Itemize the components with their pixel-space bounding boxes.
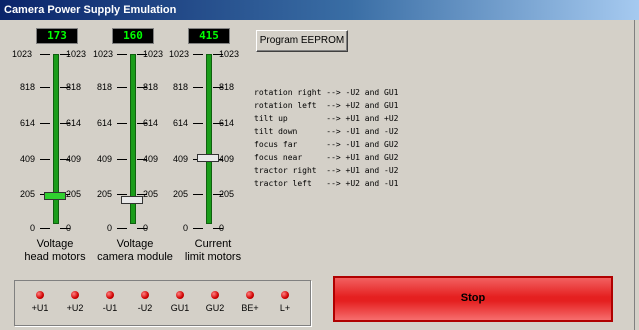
tick [40,228,50,229]
led-indicator-icon [176,291,184,299]
scale-label: 205 [97,189,113,199]
tick [137,54,147,55]
scale-label: 0 [107,223,113,233]
scale-label: 409 [20,154,36,164]
led-label: GU1 [170,303,190,313]
led-indicator-icon [106,291,114,299]
tick [117,228,127,229]
title-bar: Camera Power Supply Emulation [0,0,639,20]
tick [117,123,127,124]
tick [40,87,50,88]
tick [60,123,70,124]
led-indicator-icon [141,291,149,299]
scale-label: 409 [97,154,113,164]
tick [60,228,70,229]
led-indicator-icon [36,291,44,299]
tick [117,159,127,160]
scale-label: 0 [30,223,36,233]
tick [193,54,203,55]
slider-thumb[interactable] [197,154,219,162]
description-line: focus near --> +U1 and GU2 [254,153,399,162]
tick [193,123,203,124]
led-label: L+ [279,303,291,313]
scale-label: 0 [183,223,189,233]
voltage-camera-module-caption: Voltage camera module [97,238,173,263]
led-indicator-icon [281,291,289,299]
tick [213,123,223,124]
tick [213,228,223,229]
tick [137,87,147,88]
description-line: rotation left --> +U2 and GU1 [254,101,399,110]
voltage-camera-module-display: 160 [112,28,154,44]
description-line: rotation right --> -U2 and GU1 [254,88,399,97]
tick [213,194,223,195]
scale-label: 1023 [169,49,190,59]
description-line: tilt up --> +U1 and +U2 [254,114,399,123]
tick [40,54,50,55]
scale-label: 409 [173,154,189,164]
scale-label: 614 [173,118,189,128]
led-label: -U2 [137,303,153,313]
current-limit-motors-slider[interactable]: 1023 1023 818 818 614 614 409 409 205 20… [155,46,265,236]
voltage-head-motors-display: 173 [36,28,78,44]
tick [213,54,223,55]
scale-label: 818 [173,82,189,92]
tick [137,228,147,229]
tick [137,194,147,195]
led-label: +U2 [66,303,84,313]
led-label: BE+ [241,303,259,313]
description-line: tractor left --> +U2 and -U1 [254,179,399,188]
tick [40,123,50,124]
current-limit-motors-caption: Current limit motors [184,238,242,263]
window-title: Camera Power Supply Emulation [4,4,177,16]
voltage-head-motors-caption: Voltage head motors [24,238,86,263]
scale-label: 818 [20,82,36,92]
led-panel: +U1 +U2 -U1 -U2 GU1 GU2 BE+ L+ [14,280,311,326]
tick [137,123,147,124]
led-indicator-icon [246,291,254,299]
current-limit-motors-display: 415 [188,28,230,44]
tick [117,87,127,88]
tick [60,159,70,160]
scale-label: 205 [20,189,36,199]
tick [193,87,203,88]
led-label: -U1 [102,303,118,313]
scale-label: 614 [20,118,36,128]
tick [137,159,147,160]
description-line: focus far --> -U1 and GU2 [254,140,399,149]
tick [60,54,70,55]
led-label: GU2 [205,303,225,313]
client-area: 173 1023 1023 818 818 614 614 409 409 20… [0,20,639,330]
window-edge [634,20,639,330]
tick [60,87,70,88]
scale-label: 1023 [12,49,33,59]
led-label: +U1 [31,303,49,313]
tick [193,194,203,195]
slider-thumb[interactable] [121,196,143,204]
scale-label: 205 [173,189,189,199]
slider-track [206,54,212,224]
program-eeprom-button[interactable]: Program EEPROM [256,30,348,52]
scale-label: 818 [97,82,113,92]
tick [117,194,127,195]
tick [117,54,127,55]
stop-button[interactable]: Stop [333,276,613,322]
led-indicator-icon [71,291,79,299]
tick [193,228,203,229]
description-line: tilt down --> -U1 and -U2 [254,127,399,136]
scale-label: 614 [97,118,113,128]
command-description: rotation right --> -U2 and GU1 rotation l… [254,86,399,190]
tick [40,159,50,160]
scale-label: 1023 [93,49,114,59]
led-indicator-icon [211,291,219,299]
tick [213,87,223,88]
description-line: tractor right --> +U1 and -U2 [254,166,399,175]
slider-thumb[interactable] [44,192,66,200]
